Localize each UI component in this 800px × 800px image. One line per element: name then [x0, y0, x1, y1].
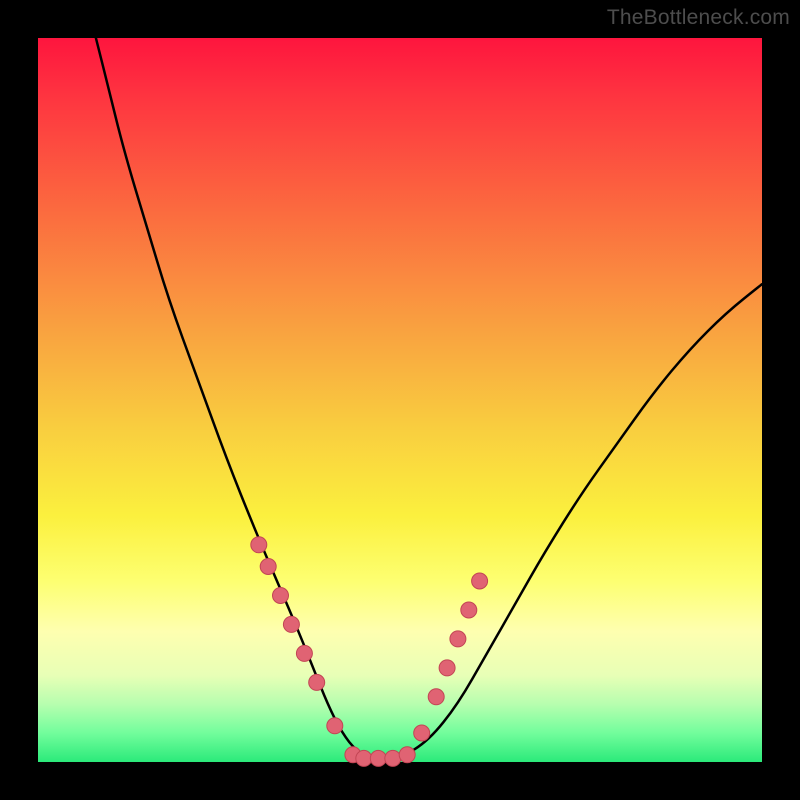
watermark-text: TheBottleneck.com: [607, 6, 790, 30]
plot-area: [38, 38, 762, 762]
curve-markers: [251, 537, 488, 767]
bottleneck-curve-layer: [38, 38, 762, 762]
curve-path: [96, 38, 762, 758]
chart-frame: TheBottleneck.com: [0, 0, 800, 800]
